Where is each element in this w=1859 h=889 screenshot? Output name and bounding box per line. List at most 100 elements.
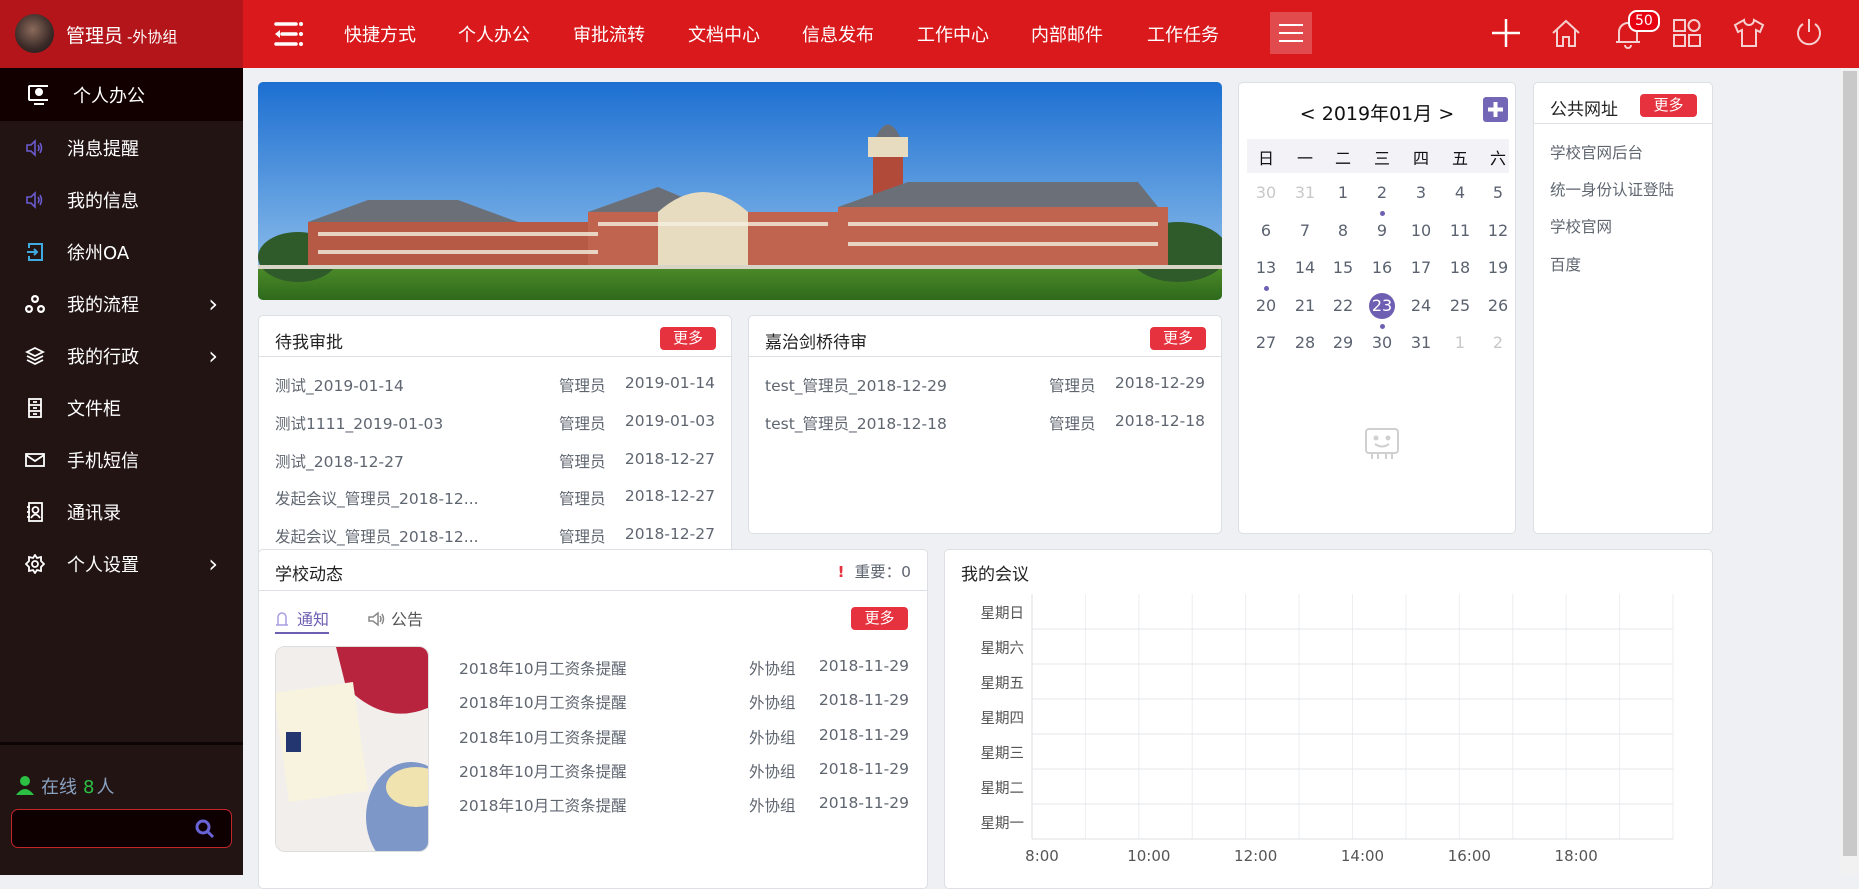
calendar-day[interactable]: 8: [1326, 221, 1360, 240]
list-item[interactable]: test_管理员_2018-12-29 管理员 2018-12-29: [749, 370, 1221, 400]
menu-toggle-icon[interactable]: [272, 20, 304, 48]
nav-personal-office[interactable]: 个人办公: [458, 21, 530, 47]
calendar-day[interactable]: 27: [1249, 333, 1283, 352]
list-item[interactable]: 2018年10月工资条提醒 外协组 2018-11-29: [259, 653, 927, 683]
search-icon[interactable]: [195, 819, 215, 843]
sidebar-item[interactable]: 我的信息: [0, 178, 243, 222]
nav-documents[interactable]: 文档中心: [688, 21, 760, 47]
home-icon[interactable]: [1549, 16, 1583, 50]
add-event-button[interactable]: [1483, 97, 1508, 122]
exclamation-icon: !: [837, 563, 845, 581]
sidebar-item-label: 我的行政: [67, 347, 139, 368]
apps-icon[interactable]: [1670, 16, 1704, 50]
calendar-day[interactable]: 10: [1404, 221, 1438, 240]
sidebar-item[interactable]: 文件柜: [0, 386, 243, 430]
calendar-day[interactable]: 1: [1443, 333, 1477, 352]
hamburger-icon[interactable]: [1270, 12, 1312, 54]
sidebar-item[interactable]: 消息提醒: [0, 126, 243, 170]
sidebar-item[interactable]: 手机短信: [0, 438, 243, 482]
list-item[interactable]: 测试_2019-01-14 管理员 2019-01-14: [259, 370, 731, 400]
list-item[interactable]: 测试_2018-12-27 管理员 2018-12-27: [259, 446, 731, 476]
speaker-icon: [25, 138, 45, 158]
calendar-day[interactable]: 4: [1443, 183, 1477, 202]
calendar-day[interactable]: 24: [1404, 296, 1438, 315]
power-icon[interactable]: [1792, 16, 1826, 50]
shirt-icon[interactable]: [1732, 16, 1766, 50]
sidebar-item-label: 文件柜: [67, 399, 121, 420]
nav-shortcuts[interactable]: 快捷方式: [344, 21, 416, 47]
calendar-day[interactable]: 23: [1365, 296, 1399, 315]
link-item[interactable]: 学校官网后台: [1550, 141, 1643, 163]
calendar-day[interactable]: 28: [1288, 333, 1322, 352]
avatar[interactable]: [15, 14, 54, 53]
y-tick-label: 星期三: [980, 745, 1025, 762]
more-button[interactable]: 更多: [1150, 327, 1206, 350]
tab-announcement[interactable]: 公告: [367, 606, 423, 630]
list-item[interactable]: 2018年10月工资条提醒 外协组 2018-11-29: [259, 790, 927, 820]
list-item[interactable]: 2018年10月工资条提醒 外协组 2018-11-29: [259, 722, 927, 752]
calendar-day[interactable]: 2: [1365, 183, 1399, 202]
calendar-day[interactable]: 1: [1326, 183, 1360, 202]
next-month-button[interactable]: >: [1438, 103, 1454, 125]
calendar-day[interactable]: 16: [1365, 258, 1399, 277]
weekday-label: 日: [1257, 149, 1274, 168]
calendar-day[interactable]: 21: [1288, 296, 1322, 315]
list-item[interactable]: 2018年10月工资条提醒 外协组 2018-11-29: [259, 687, 927, 717]
calendar-day[interactable]: 6: [1249, 221, 1283, 240]
sidebar-item[interactable]: 个人设置 ›: [0, 542, 243, 586]
y-tick-label: 星期五: [980, 675, 1025, 692]
link-item[interactable]: 百度: [1550, 253, 1581, 275]
sidebar-item-label: 通讯录: [67, 503, 121, 524]
calendar-day[interactable]: 29: [1326, 333, 1360, 352]
sidebar-item[interactable]: 我的行政 ›: [0, 334, 243, 378]
list-item[interactable]: 发起会议_管理员_2018-12... 管理员 2018-12-27: [259, 521, 731, 551]
link-item[interactable]: 学校官网: [1550, 215, 1612, 237]
plus-icon[interactable]: [1489, 16, 1523, 50]
calendar-day[interactable]: 3: [1404, 183, 1438, 202]
calendar-day[interactable]: 13: [1249, 258, 1283, 277]
link-item[interactable]: 统一身份认证登陆: [1550, 178, 1674, 200]
calendar-day[interactable]: 15: [1326, 258, 1360, 277]
calendar-day[interactable]: 17: [1404, 258, 1438, 277]
sidebar-item[interactable]: 徐州OA: [0, 230, 243, 274]
prev-month-button[interactable]: <: [1300, 103, 1316, 125]
nav-tasks[interactable]: 工作任务: [1147, 21, 1219, 47]
nav-approval[interactable]: 审批流转: [573, 21, 645, 47]
sidebar-item-label: 我的信息: [67, 191, 139, 212]
list-item[interactable]: 发起会议_管理员_2018-12... 管理员 2018-12-27: [259, 483, 731, 513]
calendar-day[interactable]: 7: [1288, 221, 1322, 240]
nav-work-center[interactable]: 工作中心: [917, 21, 989, 47]
calendar-day[interactable]: 11: [1443, 221, 1477, 240]
calendar-day[interactable]: 14: [1288, 258, 1322, 277]
calendar-day[interactable]: 22: [1326, 296, 1360, 315]
more-button[interactable]: 更多: [1640, 94, 1697, 117]
nav-publish[interactable]: 信息发布: [802, 21, 874, 47]
item-user: 管理员: [1049, 414, 1096, 433]
tab-notice[interactable]: 通知: [275, 606, 330, 634]
calendar-day[interactable]: 5: [1481, 183, 1515, 202]
sidebar-item-personal-office[interactable]: 个人办公: [0, 68, 243, 121]
nav-internal-mail[interactable]: 内部邮件: [1031, 21, 1103, 47]
calendar-day[interactable]: 31: [1288, 183, 1322, 202]
sidebar-item[interactable]: 我的流程 ›: [0, 282, 243, 326]
calendar-day[interactable]: 9: [1365, 221, 1399, 240]
calendar-day[interactable]: 25: [1443, 296, 1477, 315]
list-item[interactable]: 测试1111_2019-01-03 管理员 2019-01-03: [259, 408, 731, 438]
calendar-day[interactable]: 20: [1249, 296, 1283, 315]
calendar-day[interactable]: 2: [1481, 333, 1515, 352]
calendar-day[interactable]: 18: [1443, 258, 1477, 277]
more-button[interactable]: 更多: [851, 607, 908, 630]
scrollbar-thumb[interactable]: [1843, 71, 1857, 856]
calendar-day[interactable]: 12: [1481, 221, 1515, 240]
x-tick-label: 16:00: [1447, 847, 1491, 865]
calendar-day[interactable]: 31: [1404, 333, 1438, 352]
calendar-day[interactable]: 30: [1249, 183, 1283, 202]
calendar-day[interactable]: 19: [1481, 258, 1515, 277]
search-input[interactable]: [12, 810, 192, 847]
calendar-day[interactable]: 30: [1365, 333, 1399, 352]
calendar-day[interactable]: 26: [1481, 296, 1515, 315]
list-item[interactable]: test_管理员_2018-12-18 管理员 2018-12-18: [749, 408, 1221, 438]
list-item[interactable]: 2018年10月工资条提醒 外协组 2018-11-29: [259, 756, 927, 786]
sidebar-item[interactable]: 通讯录: [0, 490, 243, 534]
more-button[interactable]: 更多: [660, 327, 716, 350]
